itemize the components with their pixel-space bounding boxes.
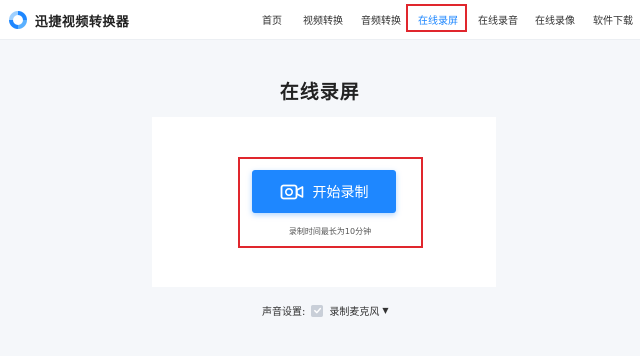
nav-item-video-record[interactable]: 在线录像 — [535, 12, 575, 27]
nav-item-home[interactable]: 首页 — [262, 12, 282, 27]
button-highlight-box — [238, 157, 423, 248]
audio-settings: 声音设置: 录制麦克风 ▼ — [262, 303, 389, 318]
nav-item-download[interactable]: 软件下载 — [593, 12, 633, 27]
checkmark-icon — [313, 307, 321, 314]
nav-item-audio-record[interactable]: 在线录音 — [478, 12, 518, 27]
mic-checkbox[interactable] — [311, 304, 324, 317]
caret-down-icon[interactable]: ▼ — [382, 306, 388, 315]
nav-highlight-box — [406, 4, 467, 32]
nav-item-audio-convert[interactable]: 音频转换 — [361, 12, 401, 27]
mic-label[interactable]: 录制麦克风 — [329, 303, 379, 318]
nav-item-video-convert[interactable]: 视频转换 — [303, 12, 343, 27]
main-nav: 首页 视频转换 音频转换 在线录屏 在线录音 在线录像 软件下载 — [0, 0, 640, 40]
page-title: 在线录屏 — [279, 81, 360, 103]
audio-settings-label: 声音设置: — [262, 307, 306, 318]
top-header: 迅捷视频转换器 首页 视频转换 音频转换 在线录屏 在线录音 在线录像 软件下载 — [0, 0, 640, 40]
